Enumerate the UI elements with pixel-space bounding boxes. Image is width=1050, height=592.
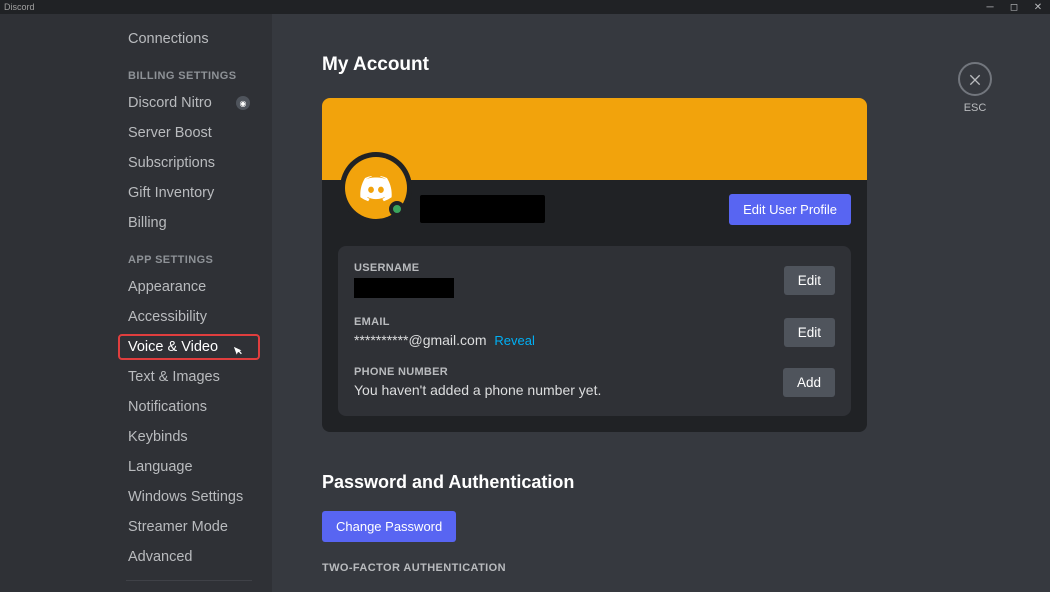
sidebar-item-keybinds[interactable]: Keybinds <box>118 424 260 450</box>
pointer-cursor-icon <box>230 344 244 363</box>
close-settings: ESC <box>958 62 992 114</box>
sidebar-divider <box>126 580 252 581</box>
close-icon <box>967 71 983 87</box>
sidebar-item-gift-inventory[interactable]: Gift Inventory <box>118 180 260 206</box>
status-online-icon <box>389 201 405 217</box>
account-card: Edit User Profile USERNAME Edit EMAIL **… <box>322 98 867 432</box>
app-name: Discord <box>4 2 35 12</box>
page-title: My Account <box>322 54 1010 76</box>
field-email: EMAIL **********@gmail.com Reveal Edit <box>354 316 835 348</box>
esc-label: ESC <box>964 102 987 114</box>
maximize-button[interactable]: ◻ <box>1006 2 1022 13</box>
sidebar-item-billing[interactable]: Billing <box>118 210 260 236</box>
sidebar-item-label: Discord Nitro <box>128 95 212 111</box>
sidebar-item-notifications[interactable]: Notifications <box>118 394 260 420</box>
sidebar-item-connections[interactable]: Connections <box>118 26 260 52</box>
sidebar-item-server-boost[interactable]: Server Boost <box>118 120 260 146</box>
username-redacted <box>354 278 454 298</box>
sidebar-item-appearance[interactable]: Appearance <box>118 274 260 300</box>
sidebar-item-nitro[interactable]: Discord Nitro ◉ <box>118 90 260 116</box>
close-settings-button[interactable] <box>958 62 992 96</box>
sidebar-item-language[interactable]: Language <box>118 454 260 480</box>
account-fields: USERNAME Edit EMAIL **********@gmail.com… <box>338 246 851 416</box>
sidebar-item-label: Server Boost <box>128 125 212 141</box>
settings-content: ESC My Account Edit User Profile USERNAM <box>272 14 1050 592</box>
edit-user-profile-button[interactable]: Edit User Profile <box>729 194 851 225</box>
add-phone-button[interactable]: Add <box>783 368 835 397</box>
sidebar-item-label: Appearance <box>128 279 206 295</box>
sidebar-item-label: Text & Images <box>128 369 220 385</box>
sidebar-item-advanced[interactable]: Advanced <box>118 544 260 570</box>
username-display <box>420 195 545 223</box>
sidebar-item-label: Keybinds <box>128 429 188 445</box>
sidebar-item-label: Connections <box>128 31 209 47</box>
phone-value: You haven't added a phone number yet. <box>354 382 601 398</box>
sidebar-item-accessibility[interactable]: Accessibility <box>118 304 260 330</box>
sidebar-item-label: Gift Inventory <box>128 185 214 201</box>
avatar[interactable] <box>345 157 407 219</box>
sidebar-item-label: Voice & Video <box>128 339 218 355</box>
edit-email-button[interactable]: Edit <box>784 318 835 347</box>
sidebar-item-label: Windows Settings <box>128 489 243 505</box>
sidebar-header-app: APP SETTINGS <box>118 254 260 266</box>
field-username: USERNAME Edit <box>354 262 835 298</box>
auth-section-title: Password and Authentication <box>322 472 1010 493</box>
sidebar-item-text-images[interactable]: Text & Images <box>118 364 260 390</box>
field-label: EMAIL <box>354 316 535 328</box>
change-password-button[interactable]: Change Password <box>322 511 456 542</box>
email-value: **********@gmail.com <box>354 332 487 348</box>
reveal-email-link[interactable]: Reveal <box>494 333 534 348</box>
settings-sidebar: Connections BILLING SETTINGS Discord Nit… <box>0 14 272 592</box>
sidebar-item-label: Streamer Mode <box>128 519 228 535</box>
field-phone: PHONE NUMBER You haven't added a phone n… <box>354 366 835 398</box>
twofa-header: TWO-FACTOR AUTHENTICATION <box>322 562 1010 574</box>
sidebar-item-label: Billing <box>128 215 167 231</box>
sidebar-item-voice-video[interactable]: Voice & Video <box>118 334 260 360</box>
edit-username-button[interactable]: Edit <box>784 266 835 295</box>
field-label: USERNAME <box>354 262 454 274</box>
window-controls: ─ ◻ ✕ <box>982 2 1046 13</box>
close-button[interactable]: ✕ <box>1030 2 1046 13</box>
minimize-button[interactable]: ─ <box>982 2 998 13</box>
sidebar-item-label: Language <box>128 459 193 475</box>
discord-logo-icon <box>358 170 394 206</box>
field-label: PHONE NUMBER <box>354 366 601 378</box>
nitro-badge-icon: ◉ <box>236 96 250 110</box>
sidebar-item-windows-settings[interactable]: Windows Settings <box>118 484 260 510</box>
sidebar-item-label: Notifications <box>128 399 207 415</box>
avatar-wrap <box>340 152 412 224</box>
sidebar-header-billing: BILLING SETTINGS <box>118 70 260 82</box>
sidebar-item-label: Advanced <box>128 549 193 565</box>
sidebar-item-subscriptions[interactable]: Subscriptions <box>118 150 260 176</box>
sidebar-item-label: Accessibility <box>128 309 207 325</box>
window-titlebar: Discord ─ ◻ ✕ <box>0 0 1050 14</box>
sidebar-item-streamer-mode[interactable]: Streamer Mode <box>118 514 260 540</box>
sidebar-item-label: Subscriptions <box>128 155 215 171</box>
